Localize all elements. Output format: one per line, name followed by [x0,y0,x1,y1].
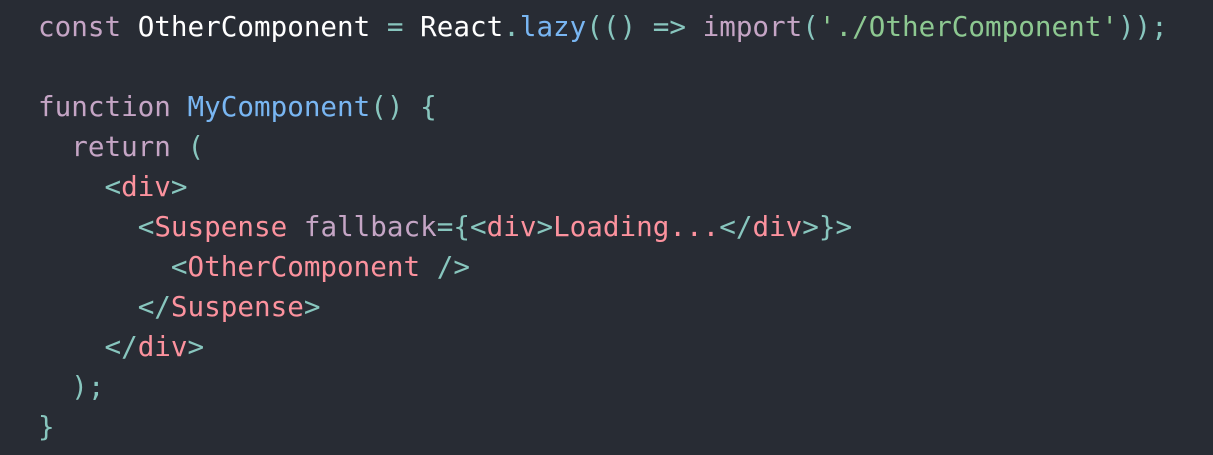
identifier-token [38,370,71,403]
identifier-token [38,210,138,243]
keyword-token: return [71,130,171,163]
jsx-tag-token: Suspense [154,210,288,243]
punctuation-token: > [170,170,188,203]
punctuation-token: >}> [802,210,853,243]
identifier-token [287,210,304,243]
punctuation-token: () { [370,90,437,123]
jsx-tag-token: div [486,210,537,243]
code-line: <OtherComponent /> [38,247,470,287]
punctuation-token: ( [802,10,819,43]
code-line: const OtherComponent = React.lazy(() => … [38,7,1168,47]
identifier-token [38,170,104,203]
jsx-tag-token: OtherComponent [187,250,421,283]
punctuation-token: ={< [436,210,487,243]
keyword-token: const [38,10,122,43]
jsx-tag-token: div [121,170,171,203]
punctuation-token: </ [137,290,171,323]
jsx-tag-token: div [137,330,188,363]
punctuation-token: > [536,210,554,243]
punctuation-token: < [137,210,155,243]
identifier-token [38,130,71,163]
punctuation-token: . [503,10,520,43]
jsx-attribute-token: fallback [303,210,437,243]
code-line: <div> [38,167,188,207]
identifier-token [38,250,171,283]
punctuation-token: </ [104,330,138,363]
punctuation-token: < [170,250,188,283]
code-line: ); [38,367,104,407]
identifier-token [686,10,703,43]
jsx-text-token: Loading... [553,210,720,243]
identifier-token [171,90,188,123]
string-token: './OtherComponent' [818,10,1118,43]
code-line: function MyComponent() { [38,87,437,127]
identifier-token [420,250,437,283]
code-line: </Suspense> [38,287,321,327]
code-line: <Suspense fallback={<div>Loading...</div… [38,207,852,247]
jsx-tag-token: Suspense [170,290,304,323]
function-name-token: MyComponent [187,90,371,123]
punctuation-token: (() => [586,10,686,43]
punctuation-token: ( [187,130,205,163]
punctuation-token: /> [436,250,470,283]
identifier-token [38,330,104,363]
code-line: return ( [38,127,204,167]
punctuation-token: )); [1117,10,1168,43]
keyword-token: function [38,90,171,123]
punctuation-token: } [38,410,55,443]
identifier-token [38,290,138,323]
punctuation-token: > [187,330,205,363]
punctuation-token: </ [719,210,753,243]
jsx-tag-token: div [752,210,803,243]
identifier-token: React [403,10,504,43]
identifier-token [171,130,188,163]
keyword-token: import [702,10,803,43]
identifier-token: OtherComponent [121,10,387,43]
punctuation-token: = [386,10,404,43]
punctuation-token: > [303,290,321,323]
code-block: const OtherComponent = React.lazy(() => … [0,0,1213,455]
punctuation-token: < [104,170,122,203]
code-line: } [38,407,55,447]
code-line: </div> [38,327,204,367]
punctuation-token: ); [71,370,105,403]
function-name-token: lazy [519,10,587,43]
